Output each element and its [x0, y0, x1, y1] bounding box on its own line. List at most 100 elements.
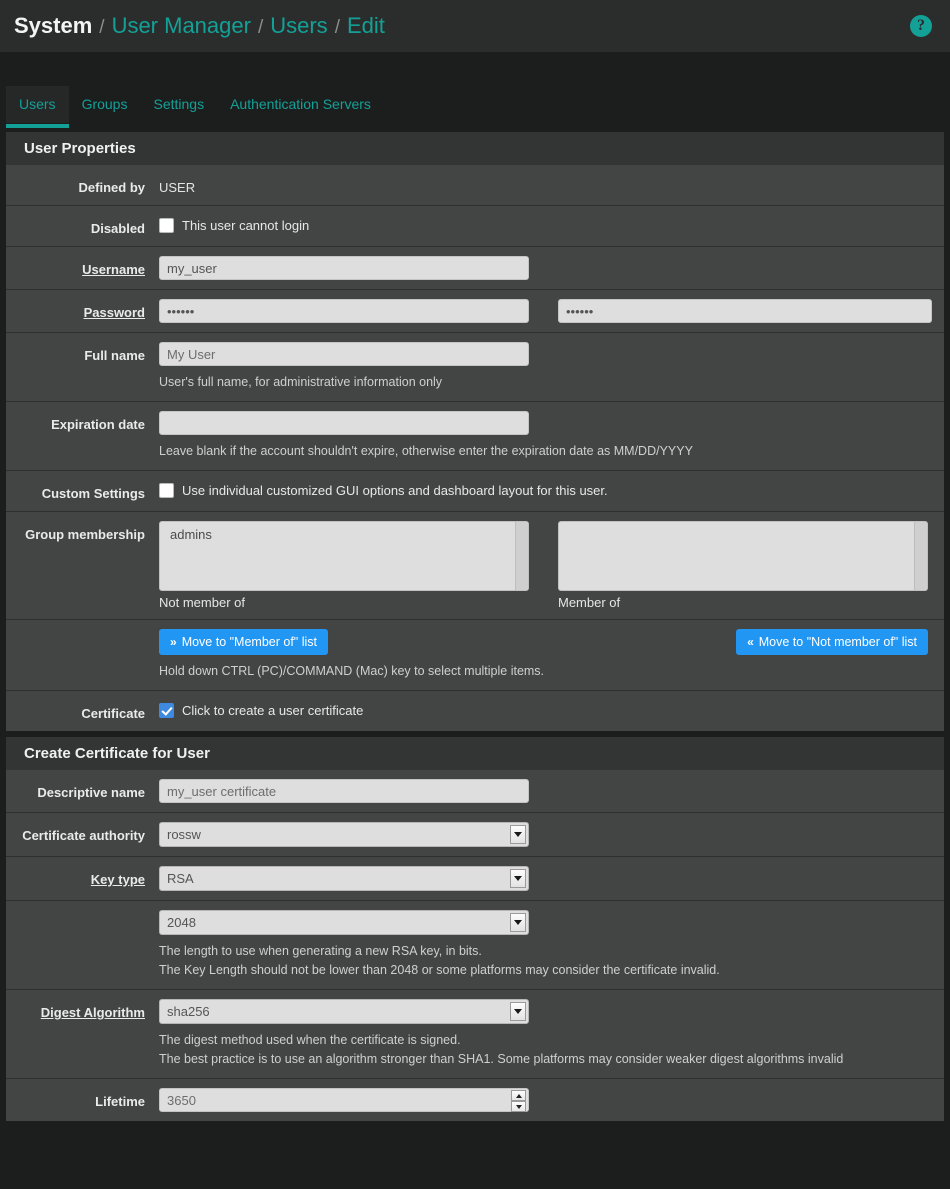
row-certificate-authority: Certificate authority rossw [6, 812, 944, 856]
create-certificate-checkbox[interactable] [159, 703, 174, 718]
disabled-checkbox-label: This user cannot login [182, 218, 310, 233]
key-type-select[interactable]: RSA [159, 866, 529, 891]
row-certificate: Certificate Click to create a user certi… [6, 690, 944, 731]
key-type-value: RSA [167, 871, 194, 886]
row-key-length: 2048 The length to use when generating a… [6, 900, 944, 989]
move-to-not-member-of-button[interactable]: « Move to "Not member of" list [736, 629, 928, 655]
row-password: Password [6, 289, 944, 332]
row-lifetime: Lifetime [6, 1078, 944, 1121]
digest-algorithm-help-line2: The best practice is to use an algorithm… [159, 1052, 844, 1066]
certificate-authority-value: rossw [167, 827, 201, 842]
breadcrumb-bar: System / User Manager / Users / Edit ? [0, 0, 950, 52]
create-certificate-panel-title: Create Certificate for User [6, 737, 944, 770]
certificate-authority-select[interactable]: rossw [159, 822, 529, 847]
expiration-date-help: Leave blank if the account shouldn't exp… [159, 444, 693, 458]
full-name-help: User's full name, for administrative inf… [159, 375, 443, 389]
key-length-value: 2048 [167, 915, 196, 930]
descriptive-name-input[interactable] [159, 779, 529, 803]
chevron-down-icon[interactable] [510, 869, 526, 888]
custom-settings-checkbox[interactable] [159, 483, 174, 498]
label-certificate-authority: Certificate authority [22, 828, 145, 843]
custom-settings-checkbox-label: Use individual customized GUI options an… [182, 483, 608, 498]
key-length-help-line1: The length to use when generating a new … [159, 944, 482, 958]
lifetime-input[interactable] [159, 1088, 529, 1112]
move-to-not-member-of-label: Move to "Not member of" list [758, 635, 917, 649]
disabled-checkbox[interactable] [159, 218, 174, 233]
row-group-membership: Group membership admins Not member of Me… [6, 511, 944, 619]
listbox-scrollbar[interactable] [914, 522, 927, 590]
chevron-down-icon[interactable] [510, 825, 526, 844]
lifetime-stepper[interactable] [511, 1090, 526, 1112]
label-custom-settings: Custom Settings [41, 486, 145, 501]
label-certificate: Certificate [81, 706, 145, 721]
user-properties-panel-body: Defined by USER Disabled This user canno… [6, 165, 944, 731]
label-username: Username [82, 262, 145, 277]
tab-bar: Users Groups Settings Authentication Ser… [0, 52, 950, 132]
create-certificate-panel-body: Descriptive name Certificate authority r… [6, 770, 944, 1121]
breadcrumb-item-users[interactable]: Users [270, 13, 327, 39]
chevron-down-icon[interactable] [510, 913, 526, 932]
label-group-membership: Group membership [25, 527, 145, 542]
label-lifetime: Lifetime [95, 1094, 145, 1109]
label-disabled: Disabled [90, 221, 145, 236]
digest-algorithm-value: sha256 [167, 1004, 210, 1019]
row-expiration-date: Expiration date Leave blank if the accou… [6, 401, 944, 470]
breadcrumb-item-edit[interactable]: Edit [347, 13, 385, 39]
breadcrumb-separator: / [257, 17, 264, 38]
row-username: Username [6, 246, 944, 289]
label-expiration-date: Expiration date [51, 417, 145, 432]
breadcrumb: System / User Manager / Users / Edit [14, 13, 910, 39]
move-to-member-of-label: Move to "Member of" list [181, 635, 317, 649]
row-defined-by: Defined by USER [6, 165, 944, 205]
group-membership-help: Hold down CTRL (PC)/COMMAND (Mac) key to… [159, 664, 545, 678]
username-input[interactable] [159, 256, 529, 280]
label-key-type: Key type [90, 872, 145, 887]
row-digest-algorithm: Digest Algorithm sha256 The digest metho… [6, 989, 944, 1078]
breadcrumb-separator: / [99, 17, 105, 38]
row-disabled: Disabled This user cannot login [6, 205, 944, 246]
tab-settings[interactable]: Settings [140, 86, 217, 123]
listbox-scrollbar[interactable] [515, 522, 528, 590]
not-member-of-listbox[interactable]: admins [159, 521, 529, 591]
key-length-select[interactable]: 2048 [159, 910, 529, 935]
member-of-listbox[interactable] [558, 521, 928, 591]
move-to-member-of-button[interactable]: » Move to "Member of" list [159, 629, 328, 655]
chevron-down-icon[interactable] [510, 1002, 526, 1021]
tab-authentication-servers[interactable]: Authentication Servers [217, 86, 384, 123]
not-member-of-caption: Not member of [159, 595, 245, 610]
stepper-up-icon[interactable] [511, 1090, 526, 1101]
label-key-length [6, 910, 159, 980]
create-certificate-panel: Create Certificate for User Descriptive … [6, 737, 944, 1121]
row-full-name: Full name User's full name, for administ… [6, 332, 944, 401]
expiration-date-input[interactable] [159, 411, 529, 435]
chevron-double-right-icon: » [170, 635, 177, 649]
tab-users[interactable]: Users [6, 86, 69, 128]
key-length-help-line2: The Key Length should not be lower than … [159, 963, 720, 977]
value-defined-by: USER [159, 180, 196, 195]
label-password: Password [83, 305, 145, 320]
digest-algorithm-select[interactable]: sha256 [159, 999, 529, 1024]
user-properties-panel-title: User Properties [6, 132, 944, 165]
label-descriptive-name: Descriptive name [37, 785, 145, 800]
help-circle-icon[interactable]: ? [910, 15, 932, 37]
stepper-down-icon[interactable] [511, 1101, 526, 1112]
row-group-move-buttons: » Move to "Member of" list « Move to "No… [6, 619, 944, 690]
password-input[interactable] [159, 299, 529, 323]
label-defined-by: Defined by [78, 180, 145, 195]
breadcrumb-item-user-manager[interactable]: User Manager [112, 13, 251, 39]
password-confirm-input[interactable] [558, 299, 932, 323]
member-of-caption: Member of [558, 595, 621, 610]
breadcrumb-separator: / [334, 17, 340, 38]
row-key-type: Key type RSA [6, 856, 944, 900]
user-properties-panel: User Properties Defined by USER Disabled… [6, 132, 944, 731]
create-certificate-checkbox-label: Click to create a user certificate [182, 703, 364, 718]
label-digest-algorithm: Digest Algorithm [40, 1005, 145, 1020]
full-name-input[interactable] [159, 342, 529, 366]
chevron-double-left-icon: « [747, 635, 754, 649]
row-custom-settings: Custom Settings Use individual customize… [6, 470, 944, 511]
label-full-name: Full name [84, 348, 145, 363]
list-item[interactable]: admins [160, 522, 528, 542]
row-descriptive-name: Descriptive name [6, 770, 944, 812]
breadcrumb-item-system[interactable]: System [14, 13, 92, 39]
tab-groups[interactable]: Groups [69, 86, 141, 123]
